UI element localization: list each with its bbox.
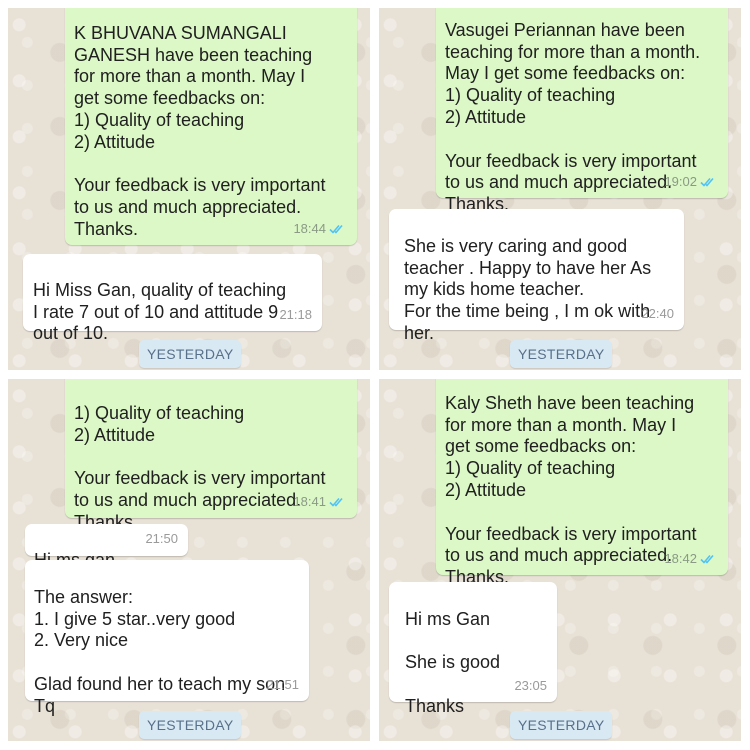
message-meta: 23:05 bbox=[514, 675, 547, 697]
incoming-message[interactable]: Hi ms gan... 21:50 bbox=[25, 524, 188, 570]
message-text: She is very caring and good teacher . Ha… bbox=[404, 235, 652, 343]
date-divider: YESTERDAY bbox=[139, 711, 242, 739]
double-check-icon bbox=[700, 555, 714, 564]
message-meta: 21:51 bbox=[266, 674, 299, 696]
incoming-message[interactable]: Hi Miss Gan, quality of teaching I rate … bbox=[23, 254, 322, 343]
incoming-message[interactable]: The answer: 1. I give 5 star..very good … bbox=[25, 560, 309, 716]
message-time: 19:02 bbox=[664, 174, 697, 190]
outgoing-message[interactable]: Vasugei Periannan have been teaching for… bbox=[436, 8, 728, 214]
double-check-icon bbox=[700, 178, 714, 187]
message-meta: 18:42 bbox=[664, 548, 718, 570]
outgoing-message[interactable]: 1) Quality of teaching 2) Attitude Your … bbox=[65, 379, 357, 532]
message-meta: 19:02 bbox=[664, 171, 718, 193]
message-time: 18:42 bbox=[664, 551, 697, 567]
message-text: K BHUVANA SUMANGALI GANESH have been tea… bbox=[74, 22, 326, 239]
incoming-message[interactable]: Hi ms Gan She is good Thanks 23:05 bbox=[389, 582, 557, 716]
outgoing-message[interactable]: K BHUVANA SUMANGALI GANESH have been tea… bbox=[65, 8, 357, 245]
message-text: Hi ms Gan She is good Thanks bbox=[405, 608, 501, 716]
chat-panel-3: 1) Quality of teaching 2) Attitude Your … bbox=[8, 379, 370, 741]
double-check-icon bbox=[329, 498, 343, 507]
date-divider: YESTERDAY bbox=[139, 340, 242, 368]
date-divider: YESTERDAY bbox=[510, 711, 613, 739]
message-meta: 22:40 bbox=[641, 303, 674, 325]
chat-panel-1: K BHUVANA SUMANGALI GANESH have been tea… bbox=[8, 8, 370, 370]
message-time: 21:50 bbox=[145, 531, 178, 547]
incoming-message[interactable]: She is very caring and good teacher . Ha… bbox=[389, 209, 684, 343]
message-time: 18:44 bbox=[293, 221, 326, 237]
date-divider: YESTERDAY bbox=[510, 340, 613, 368]
chat-panel-4: Kaly Sheth have been teaching for more t… bbox=[379, 379, 741, 741]
message-meta: 21:18 bbox=[279, 304, 312, 326]
message-time: 21:51 bbox=[266, 677, 299, 693]
message-meta: 18:41 bbox=[293, 491, 347, 513]
message-meta: 21:50 bbox=[145, 528, 178, 550]
double-check-icon bbox=[329, 225, 343, 234]
message-time: 18:41 bbox=[293, 494, 326, 510]
message-text: 1) Quality of teaching 2) Attitude Your … bbox=[74, 402, 326, 532]
message-text: The answer: 1. I give 5 star..very good … bbox=[34, 586, 286, 716]
message-time: 22:40 bbox=[641, 306, 674, 322]
message-time: 23:05 bbox=[514, 678, 547, 694]
message-time: 21:18 bbox=[279, 307, 312, 323]
message-meta: 18:44 bbox=[293, 218, 347, 240]
outgoing-message[interactable]: Kaly Sheth have been teaching for more t… bbox=[436, 379, 728, 587]
chat-panel-2: Vasugei Periannan have been teaching for… bbox=[379, 8, 741, 370]
message-text: Hi Miss Gan, quality of teaching I rate … bbox=[33, 279, 287, 344]
